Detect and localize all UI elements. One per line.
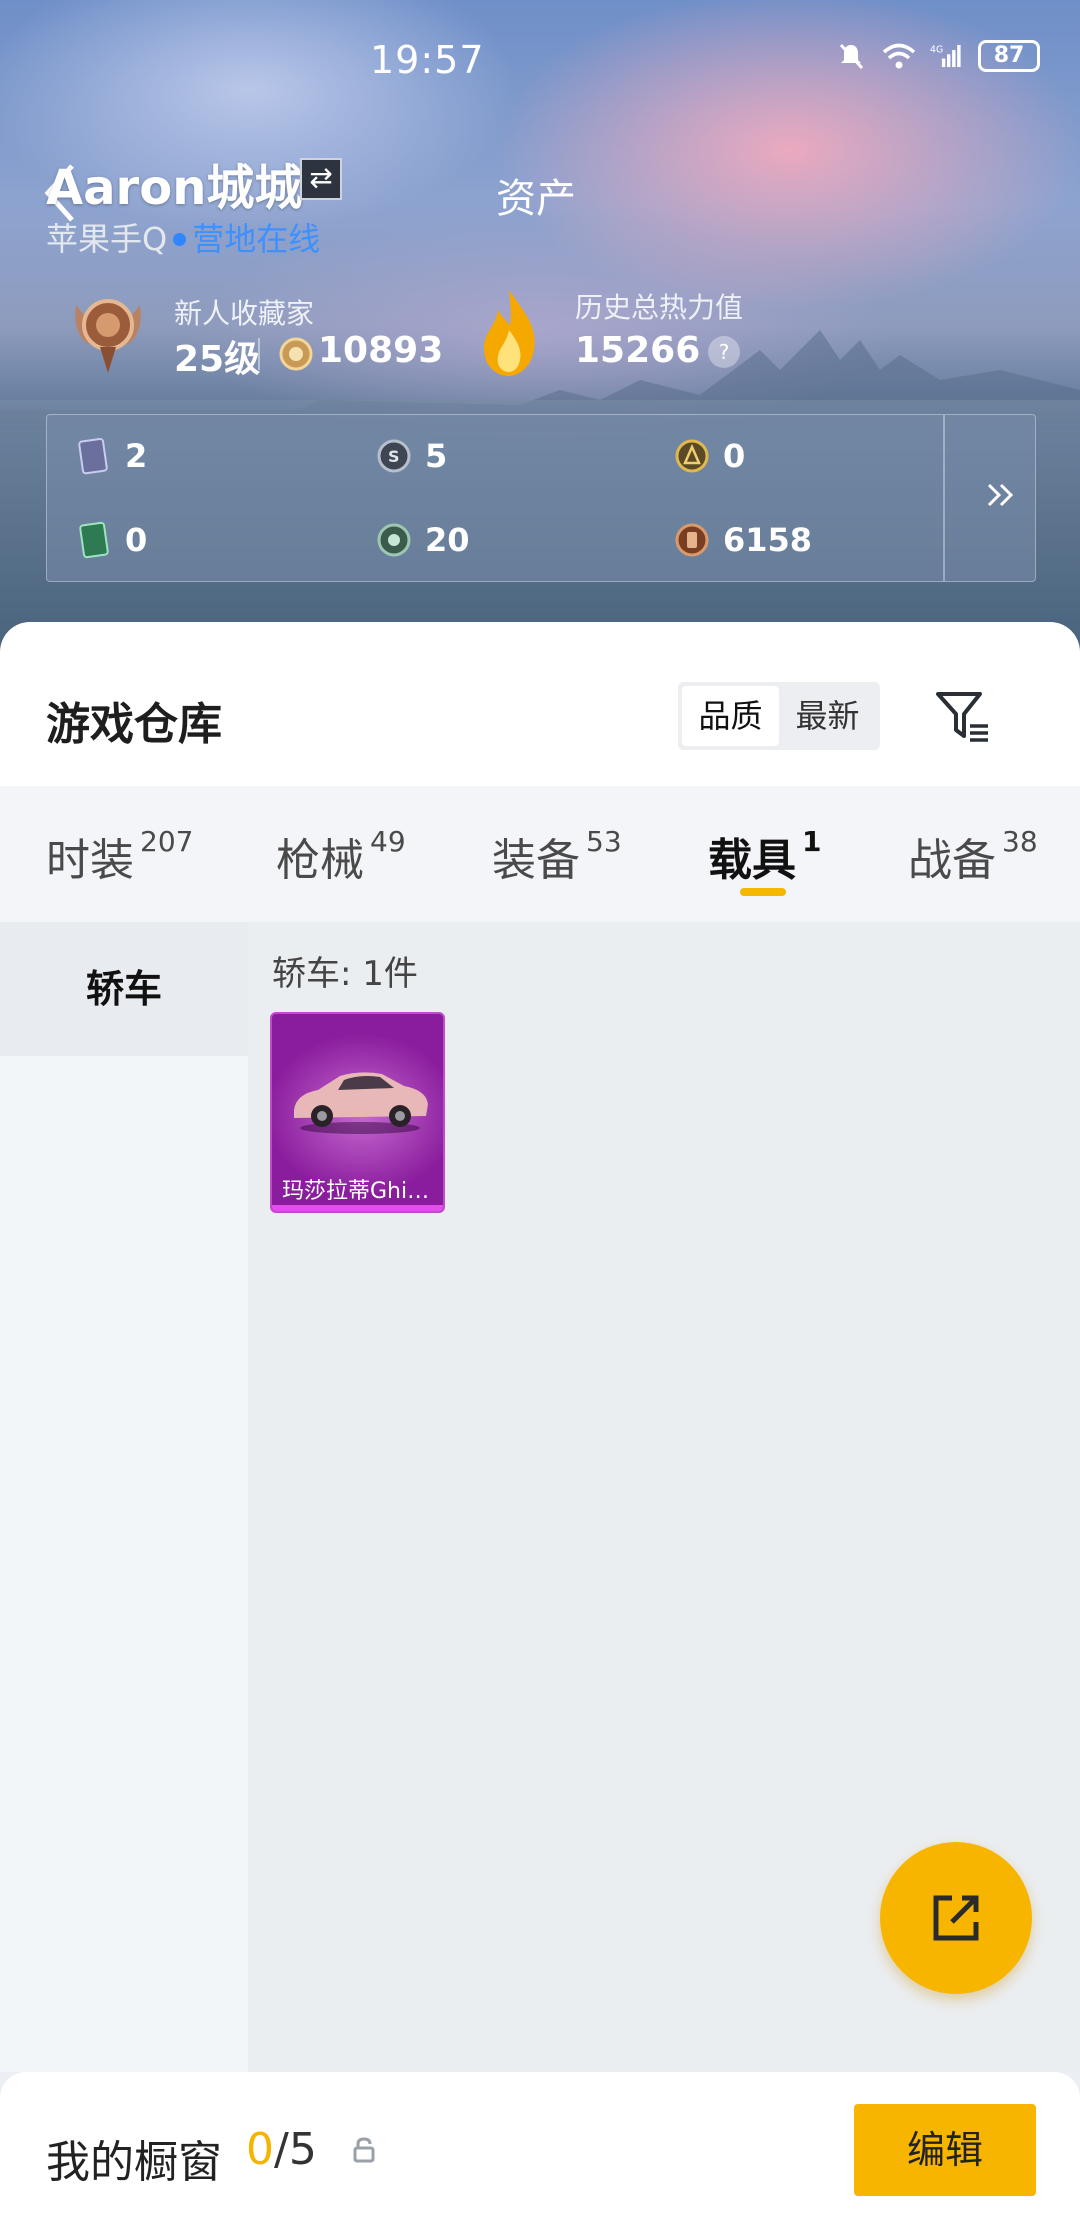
currency-value: 2 <box>125 437 148 475</box>
tab-count: 207 <box>140 825 194 859</box>
lock-icon <box>353 2137 375 2163</box>
showcase-current: 0 <box>246 2124 274 2175</box>
status-bar: 19:57 4G 87 <box>0 0 1080 120</box>
svg-text:S: S <box>388 447 400 466</box>
heat-value: 15266 <box>575 330 701 371</box>
card-icon <box>78 438 108 475</box>
share-external-icon <box>933 1895 979 1941</box>
edit-button[interactable]: 编辑 <box>854 2104 1036 2196</box>
svg-text:4G: 4G <box>930 45 943 56</box>
heat-label: 历史总热力值 <box>575 291 744 324</box>
tab-label: 载具 <box>708 835 796 886</box>
gem-coin-icon <box>377 523 411 557</box>
online-dot-icon <box>173 232 187 246</box>
wifi-icon <box>882 43 916 69</box>
warehouse-title: 游戏仓库 <box>46 699 222 750</box>
category-tabs: 时装 207 枪械 49 装备 53 载具 1 战备 38 <box>0 786 1080 922</box>
platform-status: 苹果手Q 营地在线 <box>46 214 320 260</box>
tab-label: 战备 <box>908 835 996 886</box>
currency-value: 20 <box>425 521 470 559</box>
tab-count: 53 <box>586 825 622 859</box>
bronze-token-icon <box>675 523 709 557</box>
sort-quality-button[interactable]: 品质 <box>682 686 779 746</box>
tab-equipment[interactable]: 装备 53 <box>492 824 622 888</box>
subcategory-sidebar <box>0 922 248 2072</box>
flame-icon <box>484 290 535 376</box>
signal-4g-icon: 4G <box>930 45 961 68</box>
showcase-count: 0/5 <box>246 2124 317 2175</box>
switch-account-icon[interactable]: ⇄ <box>300 158 342 200</box>
collector-points-icon <box>279 337 313 371</box>
tab-fashion[interactable]: 时装 207 <box>46 824 193 888</box>
sort-newest-button[interactable]: 最新 <box>779 686 876 746</box>
active-tab-indicator <box>740 888 786 896</box>
page-title: 资产 <box>496 176 576 222</box>
group-title: 轿车: 1件 <box>272 954 418 994</box>
help-icon[interactable]: ? <box>708 336 740 368</box>
tab-weapons[interactable]: 枪械 49 <box>276 824 406 888</box>
silver-coin-icon: S <box>377 439 411 473</box>
item-card[interactable]: 玛莎拉蒂Ghi… <box>270 1012 445 1213</box>
online-status: 营地在线 <box>192 220 321 258</box>
platform-label: 苹果手Q <box>46 220 168 258</box>
tab-combat-gear[interactable]: 战备 38 <box>908 824 1038 888</box>
showcase-label: 我的橱窗 <box>46 2137 222 2188</box>
bell-off-icon <box>839 43 864 70</box>
collector-points: 10893 <box>318 330 444 371</box>
currency-item: 6158 <box>675 521 812 559</box>
sidebar-item-sedan[interactable]: 轿车 <box>0 922 248 1056</box>
tab-count: 49 <box>370 825 406 859</box>
car-image <box>294 1072 428 1134</box>
collector-label: 新人收藏家 <box>174 297 315 330</box>
collector-badge-icon <box>75 299 141 373</box>
sort-toggle: 品质 最新 <box>678 682 880 750</box>
currency-item: 20 <box>377 521 470 559</box>
username: Aaron城城 <box>46 160 303 216</box>
currency-value: 0 <box>125 521 148 559</box>
tab-vehicles[interactable]: 载具 1 <box>708 824 821 888</box>
showcase-total: /5 <box>274 2124 317 2175</box>
share-button[interactable] <box>880 1842 1032 1994</box>
divider <box>258 338 260 370</box>
collector-level: 25级 <box>174 339 261 380</box>
divider <box>943 415 945 581</box>
rarity-bar <box>272 1205 443 1211</box>
currency-value: 6158 <box>723 521 813 559</box>
tab-label: 枪械 <box>276 835 364 886</box>
green-card-icon <box>79 521 109 559</box>
double-chevron-right-icon[interactable] <box>977 471 1025 519</box>
currency-panel[interactable]: 2 S 5 0 0 20 6158 <box>46 414 1036 582</box>
tab-count: 1 <box>802 825 822 859</box>
currency-value: 0 <box>723 437 746 475</box>
currency-item: 0 <box>77 521 147 559</box>
currency-item: 0 <box>675 437 745 475</box>
currency-item: 2 <box>77 437 147 475</box>
currency-value: 5 <box>425 437 448 475</box>
currency-item: S 5 <box>377 437 447 475</box>
status-icons: 4G 87 <box>834 40 1040 72</box>
item-name: 玛莎拉蒂Ghi… <box>282 1179 430 1204</box>
battery-icon: 87 <box>978 40 1040 72</box>
status-time: 19:57 <box>370 38 485 82</box>
filter-icon[interactable] <box>932 686 992 746</box>
tab-count: 38 <box>1002 825 1038 859</box>
gold-token-icon <box>675 439 709 473</box>
tab-label: 时装 <box>46 835 134 886</box>
tab-label: 装备 <box>492 835 580 886</box>
